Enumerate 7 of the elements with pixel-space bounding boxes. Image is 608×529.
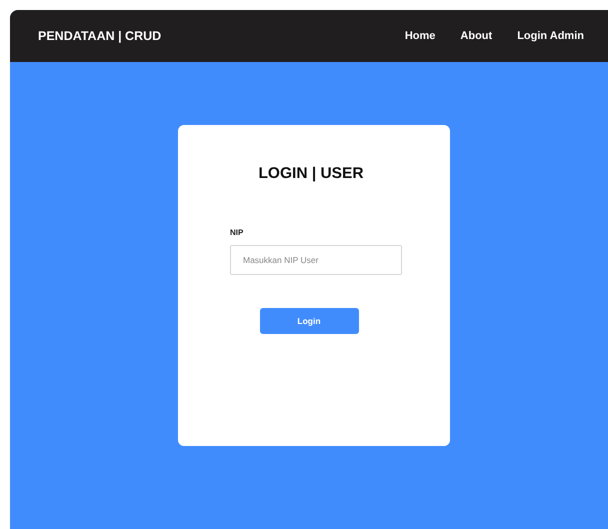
brand-title: PENDATAAN | CRUD — [38, 29, 162, 43]
nip-input-field[interactable]: Masukkan NIP User — [230, 245, 402, 275]
nav-link[interactable]: About — [460, 30, 492, 42]
nav-link[interactable]: Login Admin — [517, 30, 584, 42]
card-title: LOGIN | USER — [257, 165, 365, 183]
field-label: NIP — [230, 228, 244, 237]
nav-link[interactable]: Home — [404, 30, 436, 42]
